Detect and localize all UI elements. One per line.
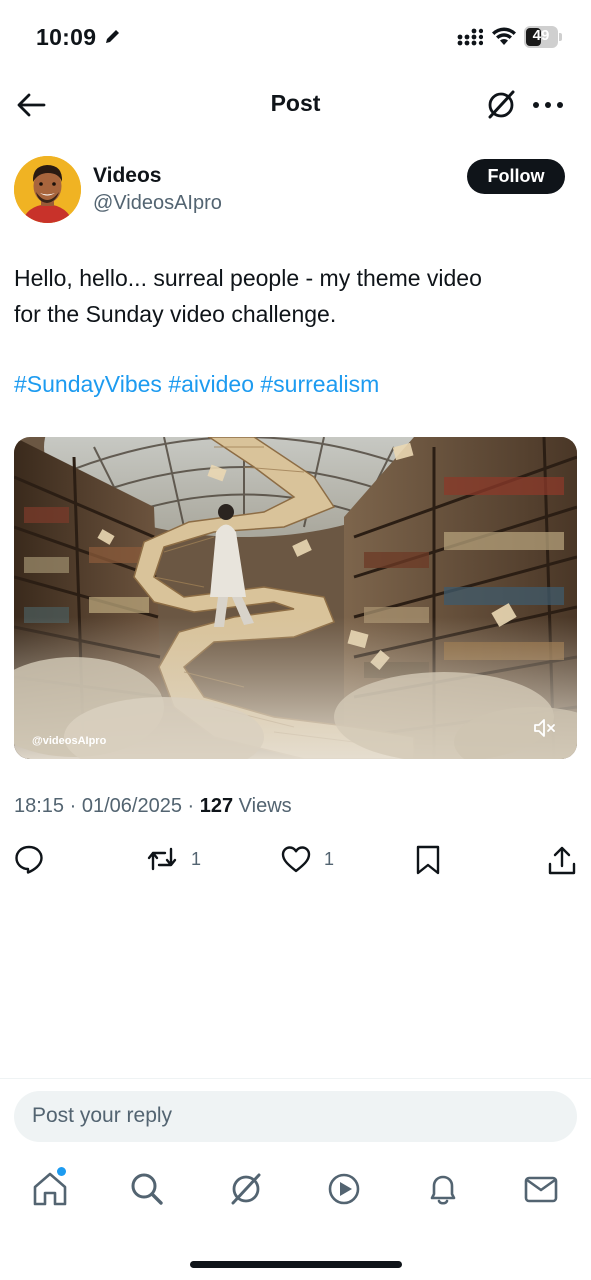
video-watermark: @videosAIpro bbox=[32, 735, 107, 747]
reply-icon bbox=[15, 845, 43, 874]
pencil-icon bbox=[106, 30, 119, 43]
meta-separator: · bbox=[181, 795, 200, 817]
repost-count: 1 bbox=[191, 849, 202, 869]
heart-icon bbox=[281, 846, 311, 873]
cellular-signal-icon bbox=[457, 28, 483, 46]
reply-button[interactable] bbox=[14, 842, 48, 878]
avatar[interactable] bbox=[14, 156, 81, 223]
post-time[interactable]: 18:15 bbox=[14, 795, 64, 817]
views-count: 127 bbox=[199, 795, 234, 817]
grok-icon[interactable] bbox=[484, 88, 518, 122]
reply-placeholder: Post your reply bbox=[32, 1104, 173, 1127]
video-thumbnail bbox=[14, 437, 577, 759]
search-icon[interactable] bbox=[128, 1170, 166, 1208]
hashtag-link[interactable]: #aivideo bbox=[168, 371, 254, 397]
messages-icon[interactable] bbox=[522, 1170, 560, 1208]
hashtag-link[interactable]: #SundayVibes bbox=[14, 371, 162, 397]
hashtag-link[interactable]: #surrealism bbox=[260, 371, 379, 397]
battery-level: 49 bbox=[532, 27, 550, 44]
notifications-icon[interactable] bbox=[424, 1170, 462, 1208]
post-text: Hello, hello... surreal people - my them… bbox=[14, 260, 574, 332]
divider bbox=[0, 1078, 591, 1079]
post-date[interactable]: 01/06/2025 bbox=[82, 795, 182, 817]
follow-button[interactable]: Follow bbox=[467, 159, 565, 194]
header: Post bbox=[0, 76, 591, 134]
views-label: Views bbox=[233, 795, 292, 817]
status-bar: 10:09 49 bbox=[0, 0, 591, 76]
post-text-line: Hello, hello... surreal people - my them… bbox=[14, 265, 482, 291]
wifi-icon bbox=[492, 27, 516, 45]
bookmark-icon bbox=[416, 845, 440, 875]
like-button[interactable]: 1 bbox=[280, 842, 340, 878]
like-count: 1 bbox=[324, 849, 335, 869]
video-icon[interactable] bbox=[325, 1170, 363, 1208]
video-player[interactable]: @videosAIpro bbox=[14, 437, 577, 759]
bookmark-button[interactable] bbox=[414, 842, 444, 878]
speaker-muted-icon[interactable] bbox=[532, 715, 558, 741]
home-indicator bbox=[190, 1261, 402, 1268]
author-handle[interactable]: @VideosAIpro bbox=[93, 192, 222, 215]
post-meta: 18:15 · 01/06/2025 · 127 Views bbox=[14, 795, 292, 818]
grok-icon[interactable] bbox=[227, 1170, 265, 1208]
post-author: Videos @VideosAIpro Follow bbox=[14, 156, 577, 226]
reply-input[interactable]: Post your reply bbox=[14, 1091, 577, 1142]
more-icon[interactable] bbox=[530, 88, 566, 122]
post-text-line: for the Sunday video challenge. bbox=[14, 301, 337, 327]
repost-button[interactable]: 1 bbox=[146, 842, 206, 878]
repost-icon bbox=[147, 847, 177, 871]
battery-indicator: 49 bbox=[524, 26, 564, 48]
meta-separator: · bbox=[64, 795, 82, 817]
share-icon bbox=[548, 846, 576, 875]
status-time: 10:09 bbox=[36, 24, 97, 50]
author-name[interactable]: Videos bbox=[93, 164, 161, 188]
home-icon[interactable] bbox=[31, 1170, 69, 1208]
share-button[interactable] bbox=[547, 842, 579, 878]
hashtags: #SundayVibes #aivideo #surrealism bbox=[14, 366, 379, 402]
